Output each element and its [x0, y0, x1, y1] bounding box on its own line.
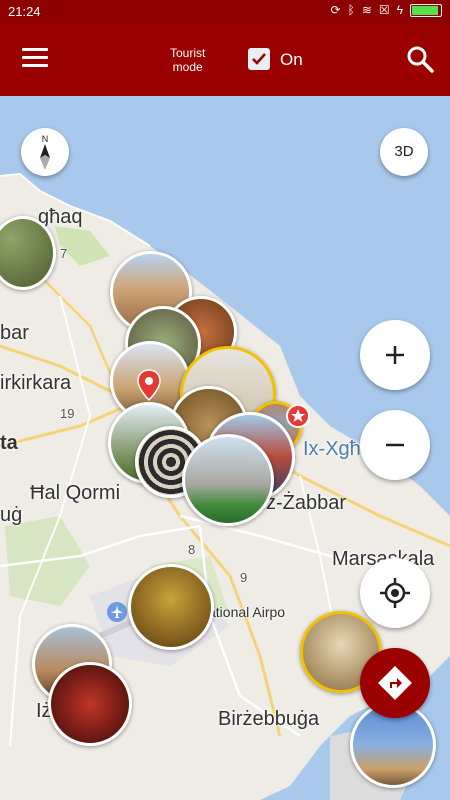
label-valletta-partial: ta [0, 432, 18, 454]
road-number-7: 7 [60, 246, 68, 261]
photo-marker-stadium[interactable] [182, 434, 274, 526]
tourist-mode-checkbox[interactable] [248, 48, 270, 70]
tourist-mode-state: On [280, 50, 303, 69]
zoom-in-button[interactable] [360, 320, 430, 390]
label-luq-partial: uġ [0, 504, 23, 526]
road-number-9: 9 [240, 570, 248, 585]
airport-icon[interactable] [107, 602, 127, 622]
label-airport: ational Airpo [208, 604, 286, 620]
label-xghajra: Ix-Xgħ [303, 438, 361, 460]
map-pin-icon[interactable] [136, 368, 162, 402]
sync-icon: ⟳ [330, 3, 341, 17]
charging-icon: ϟ [396, 3, 403, 17]
zoom-out-button[interactable] [360, 410, 430, 480]
compass-button[interactable]: N [21, 128, 69, 176]
search-icon[interactable] [405, 44, 435, 74]
label-birkirkara: irkirkara [0, 372, 72, 394]
app-bar: Tourist mode On [0, 24, 450, 96]
wifi-icon: ≋ [361, 3, 372, 17]
checkbox-icon [252, 53, 266, 65]
menu-icon[interactable] [22, 48, 48, 68]
directions-button[interactable] [360, 648, 430, 718]
star-marker-icon[interactable] [286, 404, 310, 428]
tourist-mode-label: Tourist mode [170, 46, 205, 74]
label-hal-qormi: Ħal Qormi [30, 482, 121, 504]
photo-marker-hypogeum[interactable] [128, 564, 214, 650]
status-icons: ⟳ ᛒ ≋ ☒ ϟ [331, 3, 442, 17]
status-time: 21:24 [8, 4, 41, 19]
three-d-button[interactable]: 3D [380, 128, 428, 176]
sim-icon: ☒ [378, 3, 390, 17]
tourist-mode-label-line1: Tourist [170, 46, 206, 60]
plus-icon [386, 346, 404, 364]
svg-text:N: N [42, 134, 49, 144]
compass-icon: N [40, 134, 50, 170]
battery-icon [410, 3, 442, 17]
my-location-icon [380, 578, 410, 608]
label-birzebbuga: Birżebbuġa [218, 708, 320, 730]
road-number-8: 8 [188, 542, 196, 557]
directions-icon [378, 666, 412, 700]
bluetooth-icon: ᛒ [347, 3, 355, 17]
status-bar: 21:24 ⟳ ᛒ ≋ ☒ ϟ [0, 0, 450, 24]
label-zabbar: z-Żabbar [266, 492, 347, 514]
photo-marker-altar[interactable] [48, 662, 132, 746]
road-number-19: 19 [60, 406, 75, 421]
minus-icon [386, 443, 404, 447]
my-location-button[interactable] [360, 558, 430, 628]
label-birkirkara-partial: bar [0, 322, 29, 344]
tourist-mode-label-line2: mode [172, 60, 203, 74]
